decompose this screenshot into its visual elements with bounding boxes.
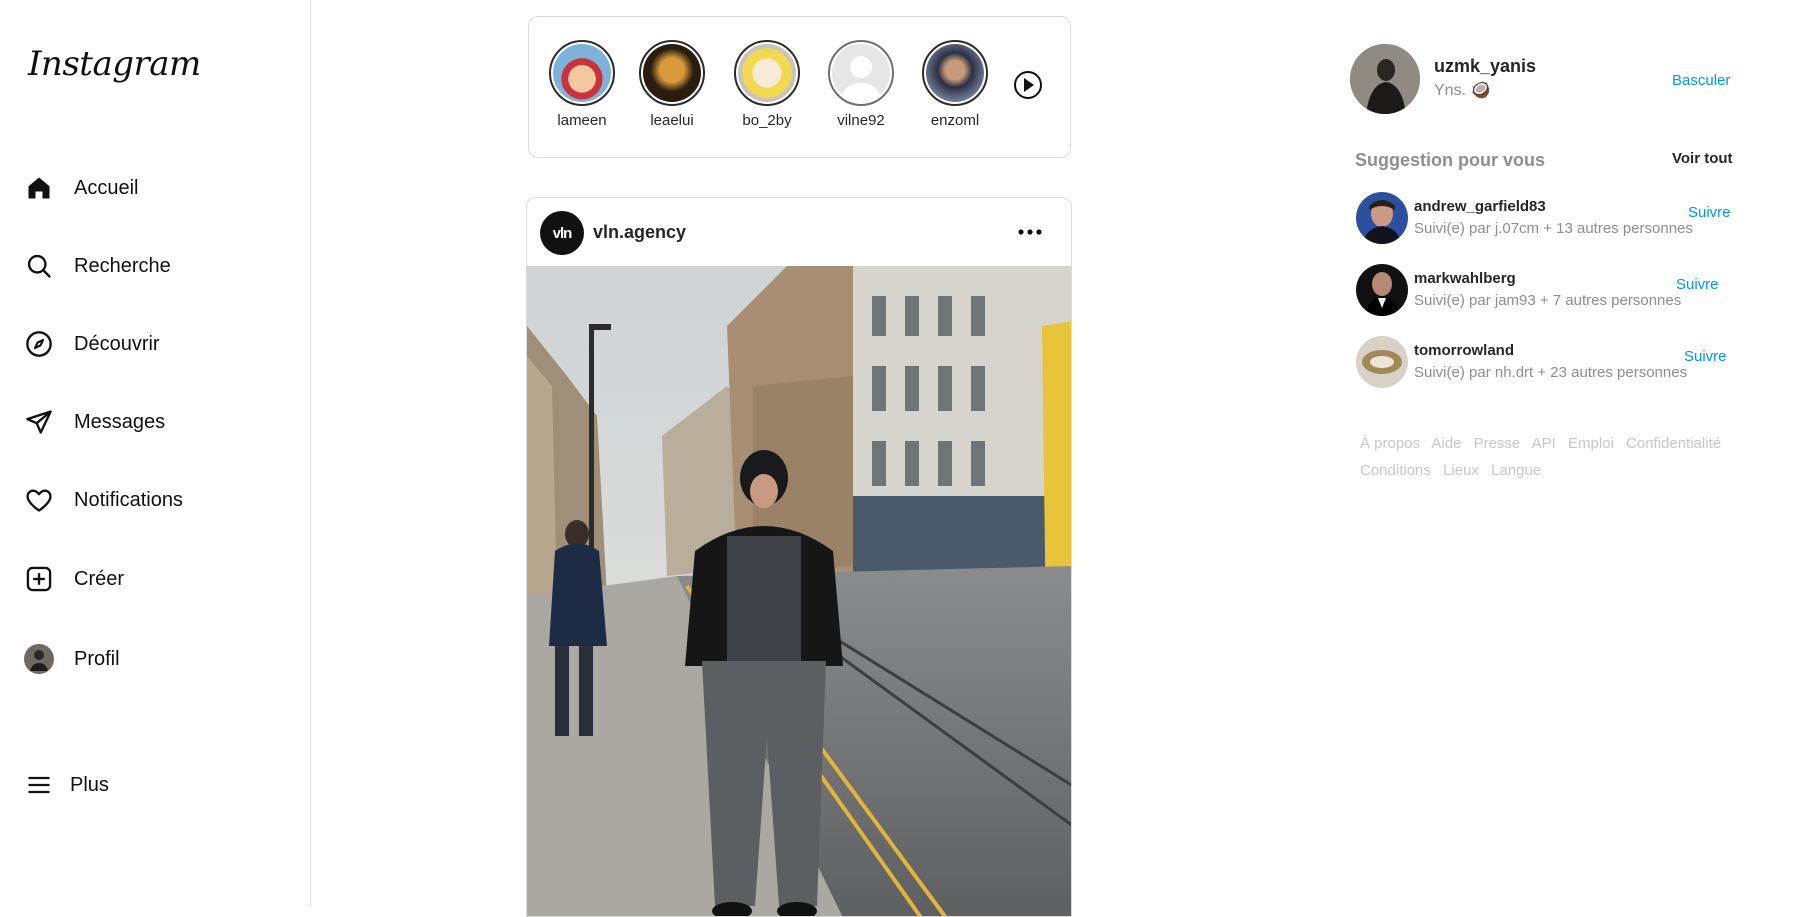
nav-label-create: Créer [74,567,125,590]
more-horizontal-icon[interactable] [1015,222,1045,242]
current-user-avatar[interactable] [1350,44,1420,114]
post-avatar-text: vln [552,224,573,242]
story-name: enzoml [930,112,980,129]
post-username[interactable]: vln.agency [593,222,686,243]
footer-link-language[interactable]: Langue [1491,462,1541,479]
story-ring [734,40,800,106]
instagram-logo[interactable]: Instagram [28,44,201,84]
suggestion-avatar[interactable] [1356,264,1408,316]
follow-button[interactable]: Suivre [1684,348,1727,365]
current-user-subtitle: Yns. 🥥 [1434,82,1491,99]
search-icon [24,251,54,281]
story-avatar [738,44,796,102]
suggestion-item: markwahlberg Suivi(e) par jam93 + 7 autr… [1356,264,1726,320]
story-item[interactable]: leaelui [629,40,715,129]
suggestion-avatar[interactable] [1356,192,1408,244]
sidebar: Instagram Accueil Recherche Découvrir Me… [0,0,311,907]
story-name: lameen [557,112,607,129]
footer-link-jobs[interactable]: Emploi [1568,435,1614,452]
story-avatar [643,44,701,102]
footer-link-api[interactable]: API [1532,435,1556,452]
suggestion-item: tomorrowland Suivi(e) par nh.drt + 23 au… [1356,336,1727,392]
story-avatar [832,44,890,102]
footer-link-terms[interactable]: Conditions [1360,462,1431,479]
suggestion-username[interactable]: tomorrowland [1414,342,1514,359]
story-ring [922,40,988,106]
story-name: bo_2by [742,112,792,129]
post-image[interactable] [527,266,1071,916]
nav-item-search[interactable]: Recherche [24,244,171,288]
suggestions-title: Suggestion pour vous [1355,150,1546,170]
chevron-right-circle-icon[interactable] [1013,70,1043,100]
post-header: vln vln.agency [527,198,1071,266]
suggestion-username[interactable]: andrew_garfield83 [1414,198,1546,215]
feed-post: vln vln.agency [526,197,1072,917]
nav-label-more: Plus [70,773,109,796]
home-icon [24,173,54,203]
story-item[interactable]: vilne92 [818,40,904,129]
story-item[interactable]: bo_2by [724,40,810,129]
nav-item-notifications[interactable]: Notifications [24,478,183,522]
story-avatar [926,44,984,102]
nav-item-explore[interactable]: Découvrir [24,322,160,366]
paper-plane-icon [24,407,54,437]
nav-item-home[interactable]: Accueil [24,166,138,210]
suggestion-meta: Suivi(e) par jam93 + 7 autres personnes [1414,292,1682,309]
nav-label-messages: Messages [74,410,166,433]
suggestion-meta: Suivi(e) par nh.drt + 23 autres personne… [1414,364,1688,381]
stories-tray: lameen leaelui bo_2by vilne92 enzoml [528,16,1071,158]
nav-label-profile: Profil [74,647,120,670]
story-name: leaelui [650,112,694,129]
plus-square-icon [24,564,54,594]
see-all-link[interactable]: Voir tout [1672,150,1733,167]
avatar [24,644,54,674]
nav-label-search: Recherche [74,254,171,277]
nav-item-more[interactable]: Plus [24,763,109,807]
suggestion-avatar[interactable] [1356,336,1408,388]
hamburger-icon [24,770,54,800]
story-ring [639,40,705,106]
story-item[interactable]: enzoml [912,40,998,129]
heart-icon [24,485,54,515]
story-name: vilne92 [837,112,885,129]
current-username[interactable]: uzmk_yanis [1434,56,1536,77]
footer-link-press[interactable]: Presse [1474,435,1521,452]
footer-link-privacy[interactable]: Confidentialité [1626,435,1721,452]
footer-link-help[interactable]: Aide [1431,435,1461,452]
story-ring [549,40,615,106]
story-ring [828,40,894,106]
nav-label-notifications: Notifications [74,488,183,511]
footer-links: À propos Aide Presse API Emploi Confiden… [1360,430,1740,484]
post-author-avatar[interactable]: vln [540,211,584,255]
nav-item-profile[interactable]: Profil [24,637,120,681]
footer-link-locations[interactable]: Lieux [1443,462,1479,479]
suggestion-username[interactable]: markwahlberg [1414,270,1516,287]
story-avatar [553,44,611,102]
follow-button[interactable]: Suivre [1676,276,1719,293]
switch-account-link[interactable]: Basculer [1672,72,1730,89]
story-item[interactable]: lameen [539,40,625,129]
nav-item-create[interactable]: Créer [24,557,124,601]
suggestion-meta: Suivi(e) par j.07cm + 13 autres personne… [1414,220,1693,237]
footer-link-about[interactable]: À propos [1360,435,1420,452]
nav-label-explore: Découvrir [74,332,160,355]
compass-icon [24,329,54,359]
suggestion-item: andrew_garfield83 Suivi(e) par j.07cm + … [1356,192,1731,248]
nav-label-home: Accueil [74,176,139,199]
follow-button[interactable]: Suivre [1688,204,1731,221]
nav-item-messages[interactable]: Messages [24,400,165,444]
